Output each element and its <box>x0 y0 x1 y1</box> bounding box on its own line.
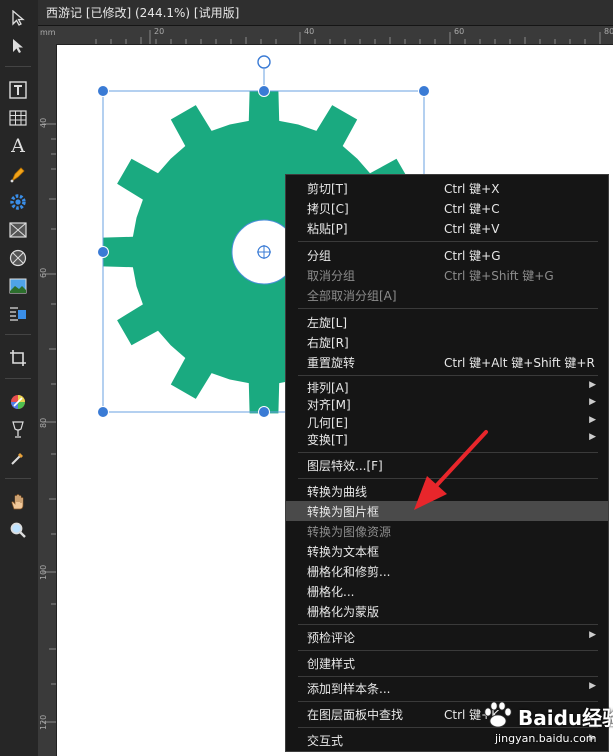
ruler-tick-label: 40 <box>39 117 48 128</box>
hand-tool-icon[interactable] <box>5 490 31 514</box>
color-picker-icon[interactable] <box>5 390 31 414</box>
artistic-text-tool-icon[interactable]: A <box>5 134 31 158</box>
resize-handle[interactable] <box>97 406 109 418</box>
menu-item-cut[interactable]: 剪切[T] Ctrl 键+X <box>286 178 608 198</box>
text-wrap-icon[interactable] <box>5 302 31 326</box>
menu-item-copy[interactable]: 拷贝[C] Ctrl 键+C <box>286 198 608 218</box>
menu-item-preflight-comments[interactable]: 预检评论 ▶ <box>286 627 608 647</box>
menu-item-convert-to-image-resource[interactable]: 转换为图像资源 <box>286 521 608 541</box>
menu-item-group[interactable]: 分组 Ctrl 键+G <box>286 245 608 265</box>
horizontal-ruler-ticks <box>95 30 601 44</box>
ruler-tick-label: 80 <box>39 417 48 428</box>
document-title-bar: 西游记 [已修改] (244.1%) [试用版] <box>38 0 613 26</box>
submenu-arrow-icon: ▶ <box>589 397 596 407</box>
menu-item-rasterize[interactable]: 栅格化... <box>286 581 608 601</box>
move-tool-icon[interactable] <box>5 6 31 30</box>
ruler-tick-label: 20 <box>154 27 165 36</box>
crop-tool-icon[interactable] <box>5 346 31 370</box>
resize-handle[interactable] <box>97 85 109 97</box>
vertical-ruler[interactable]: 40 60 80 100 120 <box>38 44 57 756</box>
submenu-arrow-icon: ▶ <box>589 630 596 640</box>
menu-item-convert-to-curves[interactable]: 转换为曲线 <box>286 481 608 501</box>
menu-item-ungroup-all[interactable]: 全部取消分组[A] <box>286 285 608 305</box>
menu-item-convert-to-text-frame[interactable]: 转换为文本框 <box>286 541 608 561</box>
pen-tool-icon[interactable] <box>5 162 31 186</box>
context-menu: 剪切[T] Ctrl 键+X 拷贝[C] Ctrl 键+C 粘贴[P] Ctrl 键+… <box>285 174 609 752</box>
menu-item-create-style[interactable]: 创建样式 <box>286 653 608 673</box>
resize-handle[interactable] <box>258 406 270 418</box>
menu-item-paste[interactable]: 粘贴[P] Ctrl 键+V <box>286 218 608 238</box>
menu-item-rotate-right[interactable]: 右旋[R] <box>286 332 608 352</box>
resize-handle[interactable] <box>258 85 270 97</box>
menu-item-add-to-swatches[interactable]: 添加到样本条... ▶ <box>286 678 608 698</box>
zoom-tool-icon[interactable] <box>5 518 31 542</box>
ruler-tick-label: 40 <box>304 27 315 36</box>
horizontal-ruler[interactable]: mm 20 40 60 80 <box>38 26 613 45</box>
menu-item-rasterize-to-mask[interactable]: 栅格化为蒙版 <box>286 601 608 621</box>
vertical-ruler-ticks <box>42 123 56 723</box>
watermark-url: jingyan.baidu.com <box>495 732 597 745</box>
resize-handle[interactable] <box>418 85 430 97</box>
document-title: 西游记 [已修改] (244.1%) [试用版] <box>46 6 240 20</box>
menu-item-rotate-left[interactable]: 左旋[L] <box>286 312 608 332</box>
picture-frame-rectangle-icon[interactable] <box>5 218 31 242</box>
menu-item-layer-effects[interactable]: 图层特效...[F] <box>286 455 608 475</box>
submenu-arrow-icon: ▶ <box>589 380 596 390</box>
picture-frame-ellipse-icon[interactable] <box>5 246 31 270</box>
shape-tool-icon[interactable] <box>5 190 31 214</box>
watermark-brand: Baidu经验 <box>518 706 613 730</box>
menu-item-rasterize-and-trim[interactable]: 栅格化和修剪... <box>286 561 608 581</box>
transparency-tool-icon[interactable] <box>5 418 31 442</box>
menu-item-ungroup[interactable]: 取消分组 Ctrl 键+Shift 键+G <box>286 265 608 285</box>
ruler-tick-label: 100 <box>39 564 48 580</box>
menu-item-reset-rotation[interactable]: 重置旋转 Ctrl 键+Alt 键+Shift 键+R <box>286 352 608 372</box>
resize-handle[interactable] <box>97 246 109 258</box>
paw-logo-icon <box>484 701 512 728</box>
place-image-icon[interactable] <box>5 274 31 298</box>
menu-item-transform[interactable]: 变换[T] ▶ <box>286 429 608 449</box>
ruler-tick-label: 60 <box>39 267 48 278</box>
ruler-tick-label: 60 <box>454 27 465 36</box>
submenu-arrow-icon: ▶ <box>589 681 596 691</box>
submenu-arrow-icon: ▶ <box>589 432 596 442</box>
node-tool-icon[interactable] <box>5 34 31 58</box>
menu-item-convert-to-picture-frame[interactable]: 转换为图片框 <box>286 501 608 521</box>
frame-text-tool-icon[interactable] <box>5 78 31 102</box>
submenu-arrow-icon: ▶ <box>589 415 596 425</box>
ruler-tick-label: 80 <box>604 27 613 36</box>
eyedropper-icon[interactable] <box>5 446 31 470</box>
table-tool-icon[interactable] <box>5 106 31 130</box>
rotation-handle[interactable] <box>257 55 271 69</box>
ruler-tick-label: 120 <box>39 714 48 730</box>
tools-panel: A <box>0 0 39 756</box>
menu-item-align[interactable]: 对齐[M] ▶ <box>286 394 608 414</box>
